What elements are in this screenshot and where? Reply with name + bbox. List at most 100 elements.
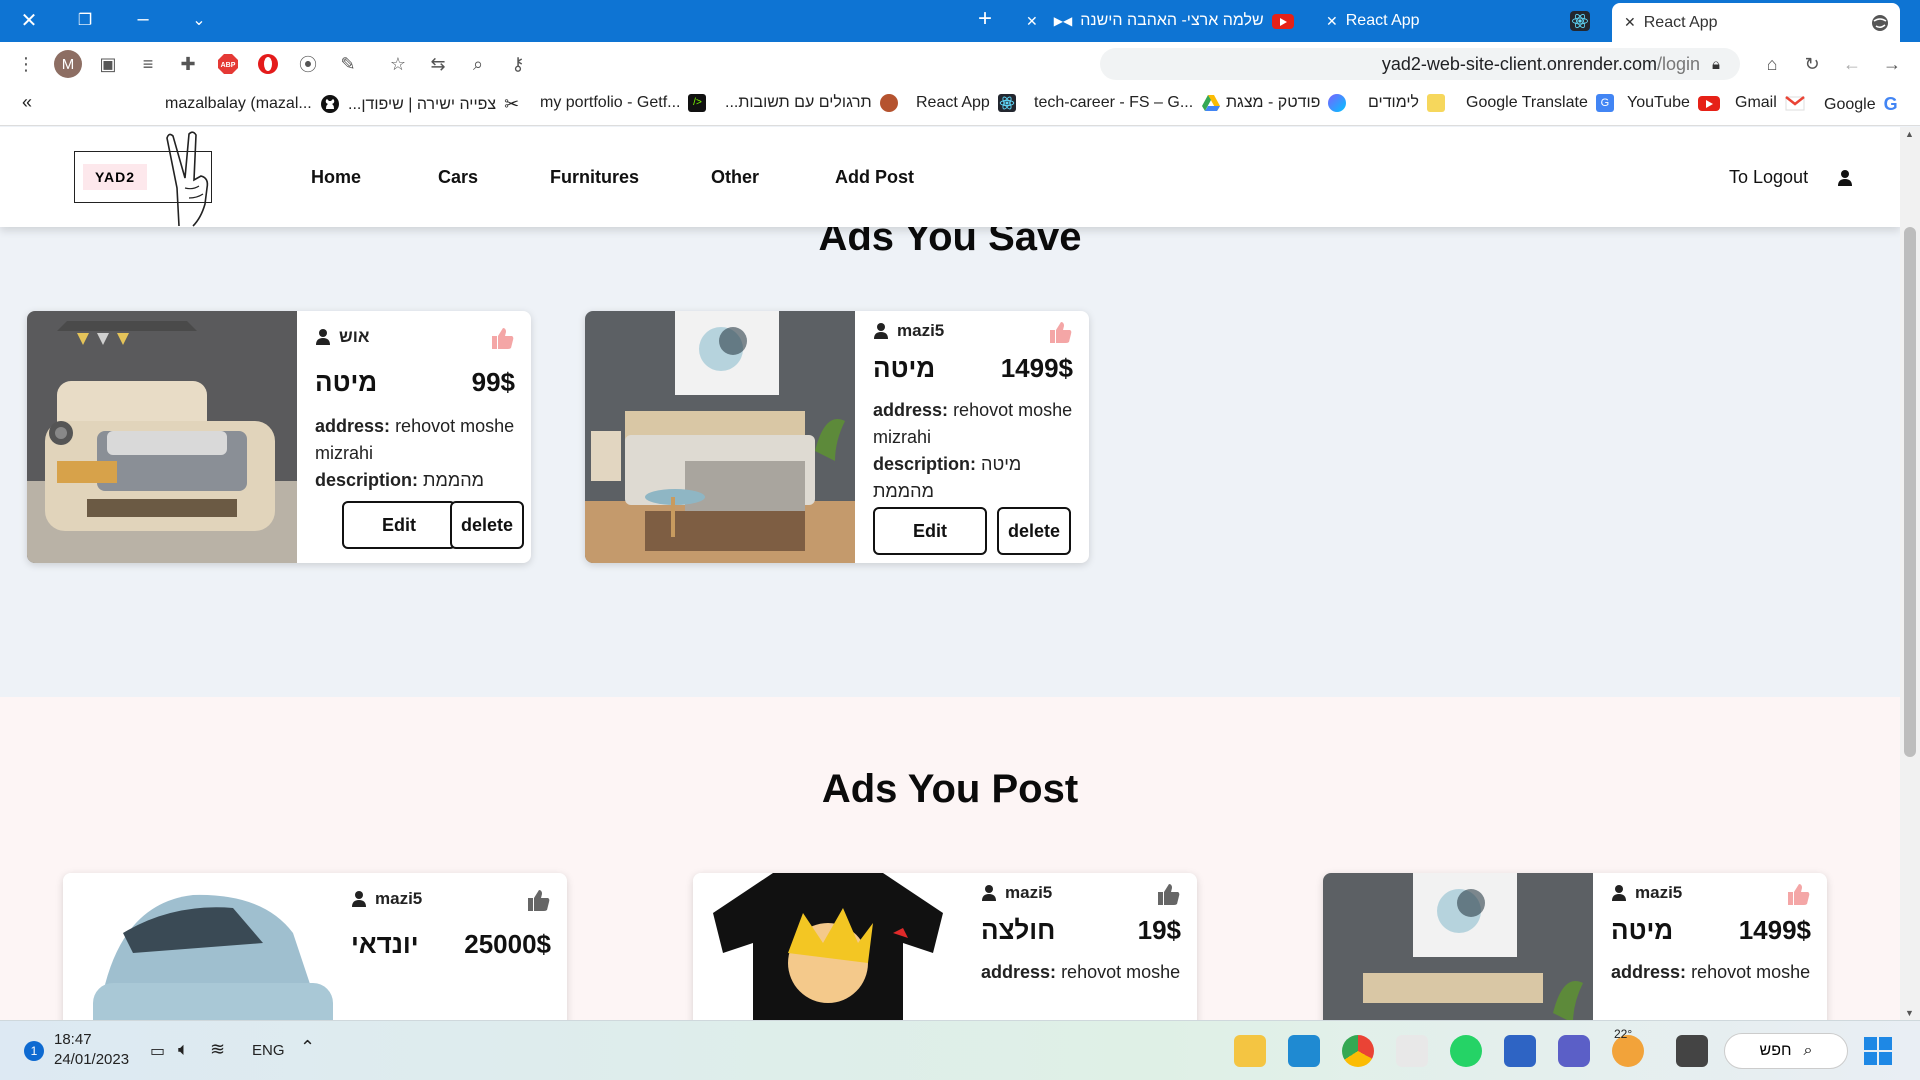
task-view-icon[interactable]	[1676, 1035, 1708, 1067]
user-icon[interactable]	[1837, 169, 1853, 187]
profile-avatar[interactable]: M	[54, 50, 82, 78]
vscode-icon[interactable]	[1288, 1035, 1320, 1067]
wifi-icon[interactable]: ≋	[210, 1039, 225, 1060]
slack-icon[interactable]	[1396, 1035, 1428, 1067]
svg-text:ABP: ABP	[221, 62, 236, 69]
posted-ads-section: Ads You Post mazi5 יונדאי 25000$ mazi5 ח…	[0, 697, 1900, 1020]
battery-icon[interactable]: ▭	[150, 1041, 165, 1061]
ad-owner: mazi5	[1611, 883, 1682, 903]
new-tab-icon[interactable]: +	[970, 5, 1000, 33]
page-scrollbar[interactable]: ▲ ▼	[1900, 127, 1920, 1020]
edit-button[interactable]: Edit	[873, 507, 987, 555]
restore-window-icon[interactable]: ❐	[70, 10, 100, 30]
tab-search-chevron-icon[interactable]: ⌄	[184, 10, 214, 30]
scroll-up-arrow-icon[interactable]: ▲	[1905, 129, 1914, 139]
nav-other[interactable]: Other	[711, 167, 759, 188]
chrome-icon[interactable]	[1342, 1035, 1374, 1067]
title-bar: ✕ ❐ – ⌄ + ✕ ▶◀ שלמה ארצי- האהבה הישנה ✕ …	[0, 0, 1920, 42]
nav-cars[interactable]: Cars	[438, 167, 478, 188]
saved-ad-card: mazi5 מיטה 1499$ address: rehovot moshe …	[585, 311, 1089, 563]
bookmark-shippuden[interactable]: צפייה ישירה | שיפודן... ✂	[348, 94, 519, 115]
bookmark-gmail[interactable]: Gmail	[1735, 94, 1805, 112]
clock-date[interactable]: 24/01/2023	[54, 1051, 129, 1068]
bookmark-google-translate[interactable]: Google Translate G	[1466, 94, 1614, 112]
scroll-down-arrow-icon[interactable]: ▼	[1905, 1008, 1914, 1018]
nav-furnitures[interactable]: Furnitures	[550, 167, 639, 188]
eyedropper-icon[interactable]: ✎	[336, 52, 360, 76]
logout-link[interactable]: To Logout	[1729, 167, 1808, 188]
thumbs-up-icon[interactable]	[1785, 881, 1811, 907]
google-drive-icon	[1202, 95, 1221, 111]
bookmark-label: תרגולים עם תשובות...	[725, 94, 872, 111]
nav-add-post[interactable]: Add Post	[835, 167, 914, 188]
share-icon[interactable]: ⇆	[426, 52, 450, 76]
thumbs-up-icon[interactable]	[1047, 319, 1073, 345]
reading-list-icon[interactable]: ≡	[136, 52, 160, 76]
opera-icon[interactable]	[256, 52, 280, 76]
tab-label: שלמה ארצי- האהבה הישנה	[1080, 12, 1264, 29]
minimize-window-icon[interactable]: –	[128, 8, 158, 31]
owner-name: אוש	[339, 327, 370, 346]
tab-react-app-2[interactable]: ✕ React App	[1320, 0, 1600, 42]
windows-start-icon[interactable]	[1864, 1037, 1892, 1065]
ad-image	[585, 311, 855, 563]
close-window-icon[interactable]: ✕	[14, 8, 44, 33]
code-extension-icon[interactable]: ⦿	[296, 52, 320, 76]
bookmark-podtech[interactable]: פודטק - מצגת	[1226, 94, 1347, 112]
show-hidden-icons-chevron[interactable]: ⌃	[300, 1037, 315, 1058]
bookmark-google[interactable]: Google G	[1824, 94, 1898, 115]
taskbar-search[interactable]: חפש ⌕	[1724, 1033, 1848, 1069]
notification-badge[interactable]: 1	[24, 1041, 44, 1061]
tab-react-app-active[interactable]: ✕ React App	[1612, 3, 1900, 42]
lock-icon[interactable]: 🔒︎	[1712, 56, 1720, 73]
thumbs-up-icon[interactable]	[1155, 881, 1181, 907]
close-tab-icon[interactable]: ✕	[1026, 13, 1038, 30]
zoom-icon[interactable]: ⌕	[466, 52, 490, 76]
ad-owner: אוש	[315, 327, 369, 347]
bookmark-portfolio[interactable]: my portfolio - Getf... />	[540, 94, 707, 112]
ad-body: mazi5 יונדאי 25000$	[351, 873, 551, 1020]
password-key-icon[interactable]: ⚷	[506, 52, 530, 76]
ad-title: מיטה	[315, 367, 378, 397]
delete-button[interactable]: delete	[997, 507, 1071, 555]
whatsapp-icon[interactable]	[1450, 1035, 1482, 1067]
extensions-icon[interactable]: ✚	[176, 52, 200, 76]
file-explorer-icon[interactable]	[1234, 1035, 1266, 1067]
scroll-thumb[interactable]	[1904, 227, 1916, 757]
delete-button[interactable]: delete	[450, 501, 524, 549]
ad-details: address: rehovot moshe mizrahi descripti…	[873, 397, 1073, 505]
bookmark-star-icon[interactable]: ☆	[386, 52, 410, 76]
menu-dots-icon[interactable]: ⋮	[14, 52, 38, 76]
bookmark-studies[interactable]: לימודים	[1368, 94, 1446, 112]
back-icon[interactable]: →	[1880, 52, 1904, 76]
home-icon[interactable]: ⌂	[1760, 52, 1784, 76]
reload-icon[interactable]: ↻	[1800, 52, 1824, 76]
bookmark-react-app[interactable]: React App	[916, 94, 1016, 112]
adblock-icon[interactable]: ABP	[216, 52, 240, 76]
close-tab-icon[interactable]: ✕	[1624, 14, 1636, 31]
tab-youtube[interactable]: ✕ ▶◀ שלמה ארצי- האהבה הישנה	[1020, 0, 1300, 42]
nav-home[interactable]: Home	[311, 167, 361, 188]
language-indicator[interactable]: ENG	[252, 1042, 285, 1059]
forward-icon[interactable]: ←	[1840, 52, 1864, 76]
store-icon[interactable]	[1504, 1035, 1536, 1067]
clock-time[interactable]: 18:47	[54, 1031, 92, 1048]
address-bar[interactable]: yad2-web-site-client.onrender.com/login …	[1100, 48, 1740, 80]
user-icon	[352, 891, 366, 907]
site-logo[interactable]: YAD2	[74, 131, 212, 227]
edit-button[interactable]: Edit	[342, 501, 456, 549]
teams-icon[interactable]	[1558, 1035, 1590, 1067]
thumbs-up-icon[interactable]	[489, 325, 515, 351]
sidebar-icon[interactable]: ▣	[96, 52, 120, 76]
thumbs-up-icon[interactable]	[525, 887, 551, 913]
close-tab-icon[interactable]: ✕	[1326, 13, 1338, 30]
bookmarks-overflow-chevron[interactable]: «	[22, 92, 32, 113]
code-editor-icon: />	[688, 94, 707, 112]
posted-ad-card: mazi5 יונדאי 25000$	[63, 873, 567, 1020]
bookmark-youtube[interactable]: YouTube	[1627, 94, 1720, 112]
bookmark-exercises[interactable]: תרגולים עם תשובות...	[725, 94, 898, 112]
volume-icon[interactable]: 🔈︎	[178, 1039, 189, 1060]
bookmark-tech-career[interactable]: tech-career - FS – G...	[1034, 94, 1221, 112]
bookmark-github[interactable]: mazalbalay (mazal...	[165, 94, 340, 114]
ad-image	[1323, 873, 1593, 1020]
